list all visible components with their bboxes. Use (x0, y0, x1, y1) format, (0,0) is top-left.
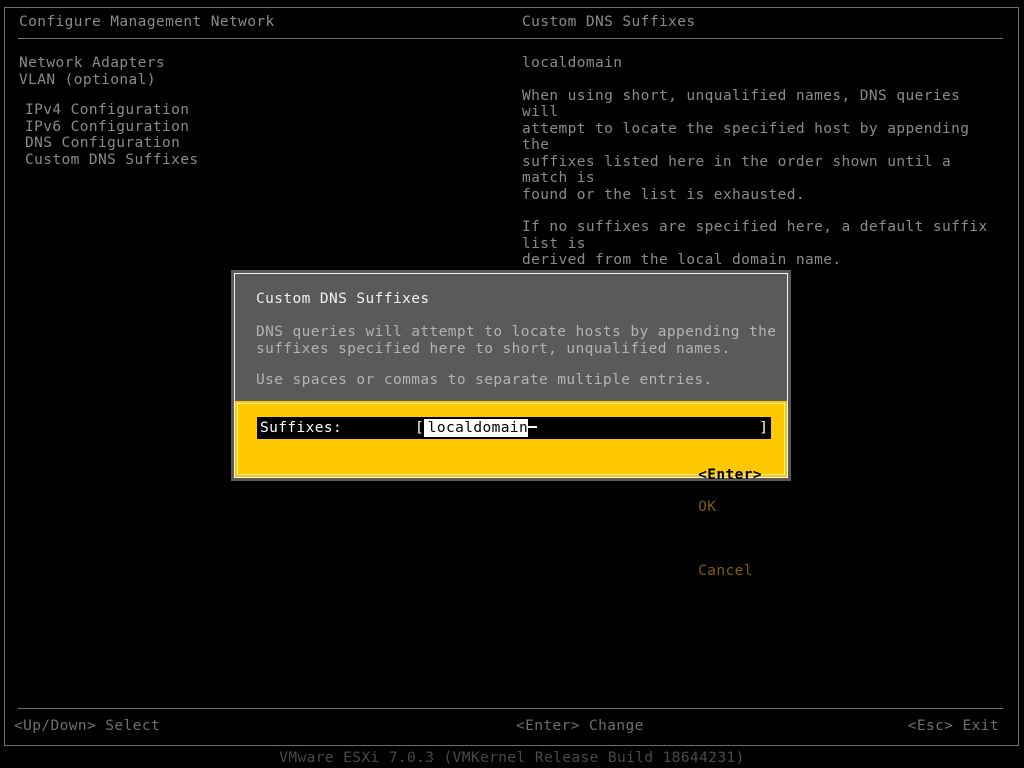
dialog-description-2: Use spaces or commas to separate multipl… (256, 372, 713, 389)
field-bracket-close: ] (759, 420, 771, 436)
menu-item-ipv6-configuration[interactable]: IPv6 Configuration (19, 119, 339, 136)
dialog-description-1: DNS queries will attempt to locate hosts… (256, 324, 776, 357)
status-bar: <Up/Down> Select <Enter> Change <Esc> Ex… (0, 718, 1015, 738)
dialog-body: Custom DNS Suffixes DNS queries will att… (235, 274, 787, 401)
dialog-action-area: Suffixes: [ localdomain ] <Enter> OK <Es… (235, 401, 787, 477)
page-title-left: Configure Management Network (19, 14, 275, 30)
suffixes-field-label: Suffixes: (257, 420, 415, 436)
cancel-button[interactable]: Cancel (698, 563, 753, 579)
statusbar-divider (18, 708, 1003, 709)
page-title-right: Custom DNS Suffixes (522, 14, 695, 30)
settings-menu: Network Adapters VLAN (optional) IPv4 Co… (19, 55, 339, 182)
dialog-action-border: Suffixes: [ localdomain ] <Enter> OK <Es… (237, 403, 785, 475)
enter-key-chord: <Enter> (698, 467, 762, 483)
menu-item-network-adapters[interactable]: Network Adapters (19, 55, 339, 72)
menu-group-protocols: IPv4 Configuration IPv6 Configuration DN… (19, 102, 339, 168)
header-bar: Configure Management Network Custom DNS … (0, 14, 1015, 36)
menu-item-custom-dns-suffixes[interactable]: Custom DNS Suffixes (19, 152, 339, 169)
detail-pane: localdomain When using short, unqualifie… (522, 55, 1002, 285)
status-change-hint: <Enter> Change (516, 718, 644, 734)
detail-paragraph-1: When using short, unqualified names, DNS… (522, 88, 1002, 204)
suffixes-field-row[interactable]: Suffixes: [ localdomain ] (257, 417, 771, 439)
build-version-line: VMware ESXi 7.0.3 (VMKernel Release Buil… (0, 750, 1024, 766)
detail-paragraph-2: If no suffixes are specified here, a def… (522, 219, 1002, 269)
field-bracket-open: [ (415, 420, 424, 436)
dcui-screen: Configure Management Network Custom DNS … (0, 0, 1024, 768)
text-cursor-icon (528, 426, 537, 428)
menu-item-vlan[interactable]: VLAN (optional) (19, 72, 339, 89)
menu-group-adapters: Network Adapters VLAN (optional) (19, 55, 339, 88)
current-suffix-value: localdomain (522, 55, 1002, 72)
esc-key-chord: <Esc> (698, 531, 744, 547)
dialog-border: Custom DNS Suffixes DNS queries will att… (234, 273, 788, 478)
ok-button[interactable]: OK (698, 499, 716, 515)
menu-item-ipv4-configuration[interactable]: IPv4 Configuration (19, 102, 339, 119)
status-exit-hint: <Esc> Exit (908, 718, 999, 734)
header-divider (18, 38, 1003, 39)
status-select-hint: <Up/Down> Select (14, 718, 160, 734)
dialog-key-hints: <Enter> OK <Esc> Cancel (589, 451, 762, 595)
menu-item-dns-configuration[interactable]: DNS Configuration (19, 135, 339, 152)
custom-dns-suffixes-dialog: Custom DNS Suffixes DNS queries will att… (231, 270, 791, 481)
suffixes-input[interactable]: localdomain (424, 419, 528, 437)
dialog-title: Custom DNS Suffixes (256, 291, 429, 307)
